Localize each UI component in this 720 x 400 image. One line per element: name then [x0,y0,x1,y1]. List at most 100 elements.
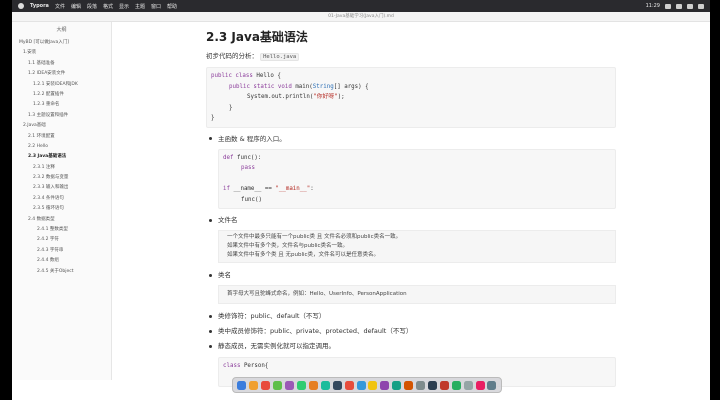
outline-item[interactable]: 2.4.2 字符 [12,235,111,245]
dock-app-icon[interactable] [439,380,449,390]
dock-app-icon[interactable] [404,380,414,390]
outline-item[interactable]: 2.4.4 数组 [12,256,111,266]
code-text: } [229,104,233,111]
quote-classname-rules[interactable]: 首字母大写且驼峰式命名，例如：Hello、UserInfo、PersonAppl… [218,285,616,304]
outline-item[interactable]: 2.4.3 字符串 [12,246,111,256]
code-line: func() [223,195,611,206]
outline-item[interactable]: 2.4.1 整数类型 [12,225,111,235]
battery-icon[interactable] [665,3,671,9]
bullet-class-modifiers: 类修饰符：public、default（不写） [206,310,616,322]
outline-item[interactable]: 1.2.1 安装IDEA和JDK [12,80,111,90]
outline-item[interactable]: 2.4.5 关于Object [12,267,111,277]
menu-bar: Typora 文件 编辑 段落 格式 显示 主题 窗口 帮助 11:29 [12,0,710,12]
menu-window[interactable]: 窗口 [151,3,161,10]
editor-area[interactable]: 2.3 Java基础语法 初步代码的分析： Hello.java public … [113,22,710,387]
code-text: func(): [233,154,262,161]
outline-item[interactable]: 2.1 环境配置 [12,132,111,142]
code-text: __name__ == [229,186,276,192]
wifi-icon[interactable] [676,3,682,9]
code-keyword: public class [211,73,253,79]
outline-title: 大纲 [56,27,67,33]
document-content[interactable]: 2.3 Java基础语法 初步代码的分析： Hello.java public … [206,28,616,387]
dock-app-icon[interactable] [487,380,497,390]
code-keyword: class [223,363,241,369]
outline-list: MyBD [可以做Java入门] 1.安装 1.1 基础准备 1.2 IDEA安装文件… [12,38,111,277]
outline-item[interactable]: 2.3.3 输入和输出 [12,183,111,193]
dock-app-icon[interactable] [296,380,306,390]
menu-help[interactable]: 帮助 [167,3,177,10]
search-icon[interactable] [687,3,693,9]
dock-app-icon[interactable] [332,380,342,390]
menu-file[interactable]: 文件 [55,3,65,10]
outline-item[interactable]: 2.3.5 循环语句 [12,204,111,214]
bullet-filename: 文件名 [206,214,616,226]
menu-view[interactable]: 显示 [119,3,129,10]
outline-item[interactable]: MyBD [可以做Java入门] [12,38,111,48]
outline-item[interactable]: 2.3.1 注释 [12,163,111,173]
code-block-python[interactable]: def func(): pass if __name__ == "__main_… [218,148,616,209]
code-string: "你好呀" [313,94,338,100]
dock-app-icon[interactable] [463,380,473,390]
intro-paragraph: 初步代码的分析： Hello.java [206,51,616,61]
outline-item[interactable]: 2.Java基础 [12,121,111,131]
outline-item[interactable]: 2.2 Hello [12,142,111,152]
code-line: System.out.println("你好呀"); [211,92,611,103]
dock-app-icon[interactable] [249,380,259,390]
outline-item[interactable]: 2.3.2 数据与变量 [12,173,111,183]
code-block-java[interactable]: public class Hello { public static void … [206,67,616,128]
menu-theme[interactable]: 主题 [135,3,145,10]
dock-app-icon[interactable] [427,380,437,390]
clock[interactable]: 11:29 [646,3,660,9]
outline-item[interactable]: 1.安装 [12,48,111,58]
code-text: System.out.println( [247,94,314,100]
dock-app-icon[interactable] [380,380,390,390]
outline-item[interactable]: 2.3.4 条件语句 [12,194,111,204]
dock-app-icon[interactable] [416,380,426,390]
outline-item[interactable]: 1.2.3 重命名 [12,100,111,110]
menu-paragraph[interactable]: 段落 [87,3,97,10]
outline-sidebar: 大纲 MyBD [可以做Java入门] 1.安装 1.1 基础准备 1.2 IDEA安… [12,22,112,380]
dock-app-icon[interactable] [344,380,354,390]
code-text: ); [337,94,345,100]
bullet-classname: 类名 [206,269,616,281]
dock-app-icon[interactable] [237,380,247,390]
outline-item[interactable]: 1.2 IDEA安装文件 [12,69,111,79]
screen: Typora 文件 编辑 段落 格式 显示 主题 窗口 帮助 11:29 01-… [12,0,710,400]
code-line: def func(): [223,153,611,164]
code-type: String [312,83,334,90]
dock-app-icon[interactable] [392,380,402,390]
quote-line: 如果文件中有多个类，文件名与public类名一致。 [227,243,349,249]
quote-filename-rules[interactable]: 一个文件中最多只能有一个public类 且 文件名必须和public类名一致。 … [218,230,616,263]
dock [232,377,502,393]
dock-app-icon[interactable] [368,380,378,390]
code-text: } [211,115,215,121]
outline-item[interactable]: 1.3 主题设置和插件 [12,111,111,121]
dock-app-icon[interactable] [451,380,461,390]
page-title: 2.3 Java基础语法 [206,30,308,44]
dock-app-icon[interactable] [273,380,283,390]
outline-item[interactable]: 2.4 数据类型 [12,215,111,225]
code-keyword: public static void [229,83,292,90]
dock-app-icon[interactable] [475,380,485,390]
dock-app-icon[interactable] [320,380,330,390]
window-title: 01-Java基础学习(Java入门).md [328,14,394,19]
dock-app-icon[interactable] [261,380,271,390]
dock-app-icon[interactable] [285,380,295,390]
intro-text: 初步代码的分析： [206,52,258,60]
menu-edit[interactable]: 编辑 [71,3,81,10]
menu-format[interactable]: 格式 [103,3,113,10]
code-line: pass [223,163,611,174]
menu-app-name[interactable]: Typora [30,3,49,9]
code-string: "__main__" [275,186,311,192]
outline-item[interactable]: 1.2.2 配置插件 [12,90,111,100]
code-text: func() [241,196,262,203]
code-line: public static void main(String[] args) { [211,82,611,93]
apple-icon[interactable] [18,3,24,9]
bullet-member-modifiers: 类中成员修饰符：public、private、protected、default… [206,325,616,337]
quote-line: 一个文件中最多只能有一个public类 且 文件名必须和public类名一致。 [227,234,402,240]
dock-app-icon[interactable] [308,380,318,390]
control-center-icon[interactable] [698,3,704,9]
dock-app-icon[interactable] [356,380,366,390]
outline-item[interactable]: 1.1 基础准备 [12,59,111,69]
outline-item[interactable]: 2.3 Java基础语法 [12,152,111,162]
